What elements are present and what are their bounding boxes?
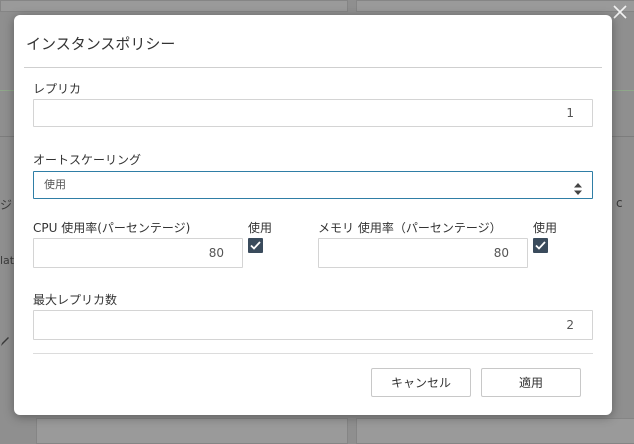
cpu-use-checkbox[interactable] [248, 238, 263, 253]
replica-input[interactable]: 1 [33, 99, 593, 127]
autoscaling-label: オートスケーリング [33, 153, 142, 167]
bg-fragment-right: c [616, 196, 623, 210]
memory-use-label: 使用 [533, 221, 558, 235]
bg-fragment-left-2: lat [0, 254, 15, 267]
checkmark-icon [250, 241, 261, 250]
sort-arrows-icon [574, 179, 582, 195]
max-replica-label: 最大レプリカ数 [33, 293, 118, 307]
autoscaling-select[interactable]: 使用 [33, 171, 593, 199]
replica-label: レプリカ [33, 82, 82, 96]
instance-policy-dialog: インスタンスポリシー レプリカ 1 オートスケーリング 使用 CPU 使用率(パ… [14, 15, 612, 415]
max-replica-input[interactable]: 2 [33, 310, 593, 340]
autoscaling-selected-value: 使用 [44, 178, 66, 191]
dialog-title: インスタンスポリシー [26, 35, 176, 53]
cpu-usage-input[interactable]: 80 [33, 238, 243, 268]
cpu-usage-label: CPU 使用率(パーセンテージ) [33, 221, 191, 235]
memory-usage-input[interactable]: 80 [318, 238, 528, 268]
memory-use-checkbox[interactable] [533, 238, 548, 253]
close-icon[interactable] [610, 2, 630, 22]
bg-card-bottom-right [356, 418, 634, 444]
bg-card-top-left [0, 0, 348, 12]
bg-card-top-right [356, 0, 634, 12]
title-divider [24, 67, 602, 68]
bg-fragment-left: ジ [0, 198, 13, 212]
checkmark-icon [535, 241, 546, 250]
bg-card-bottom-left [36, 418, 348, 444]
memory-usage-label: メモリ 使用率（パーセンテージ） [318, 221, 502, 235]
cancel-button[interactable]: キャンセル [371, 368, 471, 397]
pencil-icon [0, 332, 10, 351]
footer-divider [33, 353, 593, 354]
cpu-use-label: 使用 [248, 221, 273, 235]
apply-button[interactable]: 適用 [481, 368, 581, 397]
